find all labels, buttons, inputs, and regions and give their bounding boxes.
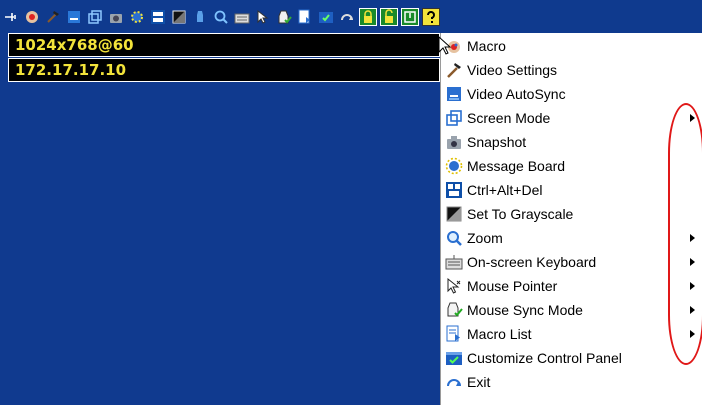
zoom-icon [444, 228, 464, 248]
grayscale-icon [444, 204, 464, 224]
menu-item-ctrl-alt-del[interactable]: Ctrl+Alt+Del [441, 178, 702, 202]
menu-item-label: Macro List [467, 326, 532, 342]
message-board-icon[interactable] [128, 8, 146, 26]
camera-icon [444, 132, 464, 152]
menu-item-video-settings[interactable]: Video Settings [441, 58, 702, 82]
snapshot-icon[interactable] [107, 8, 125, 26]
menu-item-label: Screen Mode [467, 110, 551, 126]
video-settings-icon[interactable] [44, 8, 62, 26]
control-panel-menu: Macro Video Settings Video AutoSync Scre… [440, 33, 702, 405]
ip-address-display: 172.17.17.10 [8, 58, 440, 82]
lock-icon[interactable] [359, 7, 377, 26]
macro-icon[interactable] [23, 8, 41, 26]
menu-item-label: Macro [467, 38, 506, 54]
menu-item-zoom[interactable]: Zoom [441, 226, 702, 250]
menu-item-label: On-screen Keyboard [467, 254, 597, 270]
menu-item-label: Set To Grayscale [467, 206, 574, 222]
menu-item-label: Message Board [467, 158, 566, 174]
resolution-display: 1024x768@60 [8, 33, 440, 57]
menu-item-label: Snapshot [467, 134, 527, 150]
power-icon[interactable] [401, 7, 419, 26]
screen-mode-icon[interactable] [86, 8, 104, 26]
mouse-pointer-icon [444, 276, 464, 296]
menu-item-set-to-grayscale[interactable]: Set To Grayscale [441, 202, 702, 226]
customize-panel-icon [444, 348, 464, 368]
menu-item-video-autosync[interactable]: Video AutoSync [441, 82, 702, 106]
menu-item-label: Ctrl+Alt+Del [467, 182, 543, 198]
menu-item-label: Exit [467, 374, 491, 390]
unlock-icon[interactable] [380, 7, 398, 26]
macro-list-icon [444, 324, 464, 344]
menu-item-mouse-sync-mode[interactable]: Mouse Sync Mode [441, 298, 702, 322]
exit-icon [444, 372, 464, 392]
customize-panel-icon[interactable] [317, 8, 335, 26]
menu-item-mouse-pointer[interactable]: Mouse Pointer [441, 274, 702, 298]
menu-item-label: Mouse Pointer [467, 278, 558, 294]
screen-mode-icon [444, 108, 464, 128]
menu-item-on-screen-keyboard[interactable]: On-screen Keyboard [441, 250, 702, 274]
menu-item-customize-control-panel[interactable]: Customize Control Panel [441, 346, 702, 370]
pin-icon[interactable] [2, 8, 20, 26]
video-autosync-icon[interactable] [65, 8, 83, 26]
menu-item-label: Video Settings [467, 62, 558, 78]
mouse-sync-mode-icon[interactable] [275, 8, 293, 26]
keyboard-icon [444, 252, 464, 272]
exit-icon[interactable] [338, 8, 356, 26]
keyboard-icon[interactable] [233, 8, 251, 26]
menu-item-screen-mode[interactable]: Screen Mode [441, 106, 702, 130]
menu-item-macro[interactable]: Macro [441, 34, 702, 58]
annotation-oval [668, 103, 702, 365]
mouse-sync-icon[interactable] [191, 8, 209, 26]
menu-item-label: Zoom [467, 230, 503, 246]
zoom-icon[interactable] [212, 8, 230, 26]
message-board-icon [444, 156, 464, 176]
mouse-sync-icon [444, 300, 464, 320]
ctrl-alt-del-icon[interactable] [149, 8, 167, 26]
mouse-cursor-icon [438, 36, 452, 55]
menu-item-label: Customize Control Panel [467, 350, 622, 366]
menu-item-exit[interactable]: Exit [441, 370, 702, 394]
mouse-pointer-icon[interactable] [254, 8, 272, 26]
hammer-icon [444, 60, 464, 80]
autosync-icon [444, 84, 464, 104]
menu-item-label: Mouse Sync Mode [467, 302, 583, 318]
grayscale-icon[interactable] [170, 8, 188, 26]
control-panel-toolbar [0, 0, 702, 33]
menu-item-message-board[interactable]: Message Board [441, 154, 702, 178]
menu-item-macro-list[interactable]: Macro List [441, 322, 702, 346]
macro-list-icon[interactable] [296, 8, 314, 26]
menu-item-label: Video AutoSync [467, 86, 566, 102]
menu-item-snapshot[interactable]: Snapshot [441, 130, 702, 154]
ctrl-alt-del-icon [444, 180, 464, 200]
help-icon[interactable] [422, 7, 440, 26]
